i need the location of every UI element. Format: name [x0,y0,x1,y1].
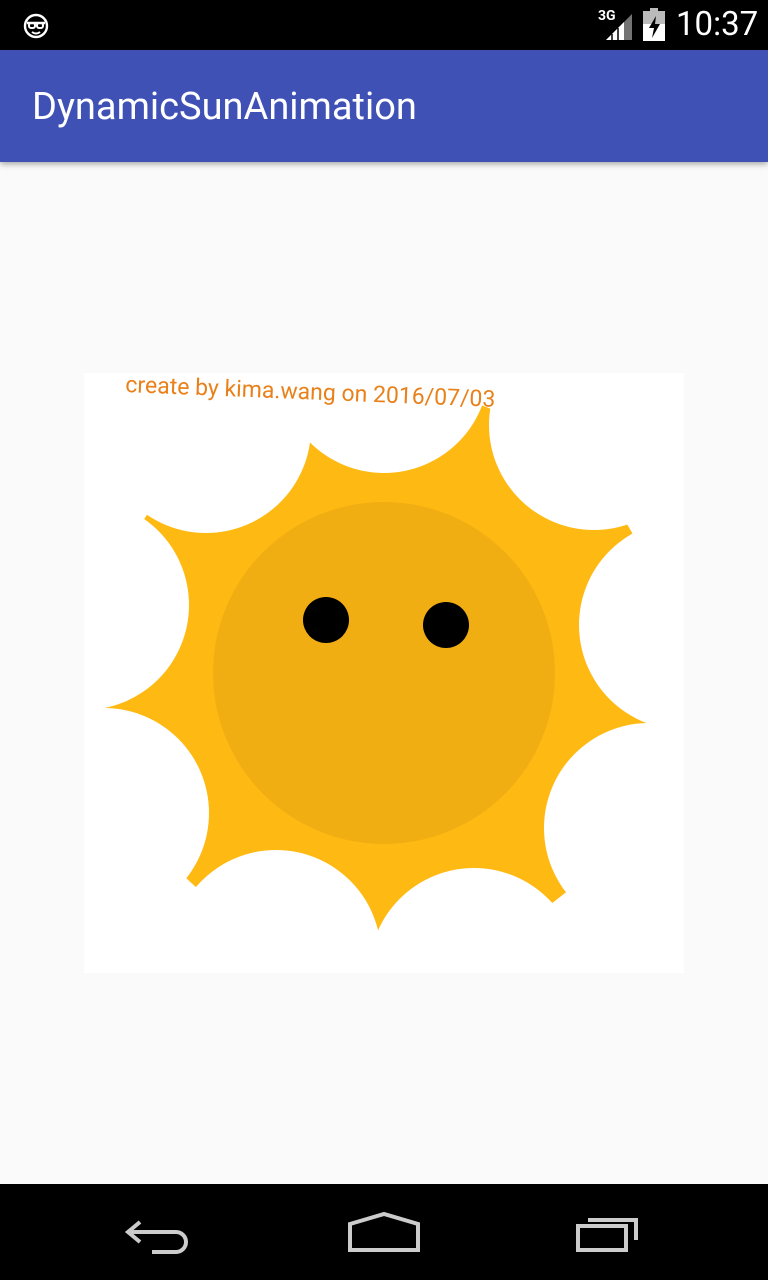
sun-face [213,502,555,844]
sun-animation-canvas: create by kima.wang on 2016/07/03 [84,373,684,973]
sun-drawing [84,373,684,973]
navigation-bar [0,1184,768,1280]
battery-icon [643,8,665,41]
app-bar: DynamicSunAnimation [0,50,768,162]
recents-icon[interactable] [570,1202,650,1262]
notification-icon [23,13,49,39]
status-bar: 3G 10:37 [0,0,768,50]
left-eye [303,597,349,643]
home-icon[interactable] [344,1202,424,1262]
back-icon[interactable] [120,1202,200,1262]
signal-icon [606,14,632,40]
clock: 10:37 [676,5,759,44]
right-eye [423,602,469,648]
app-title: DynamicSunAnimation [32,85,417,129]
